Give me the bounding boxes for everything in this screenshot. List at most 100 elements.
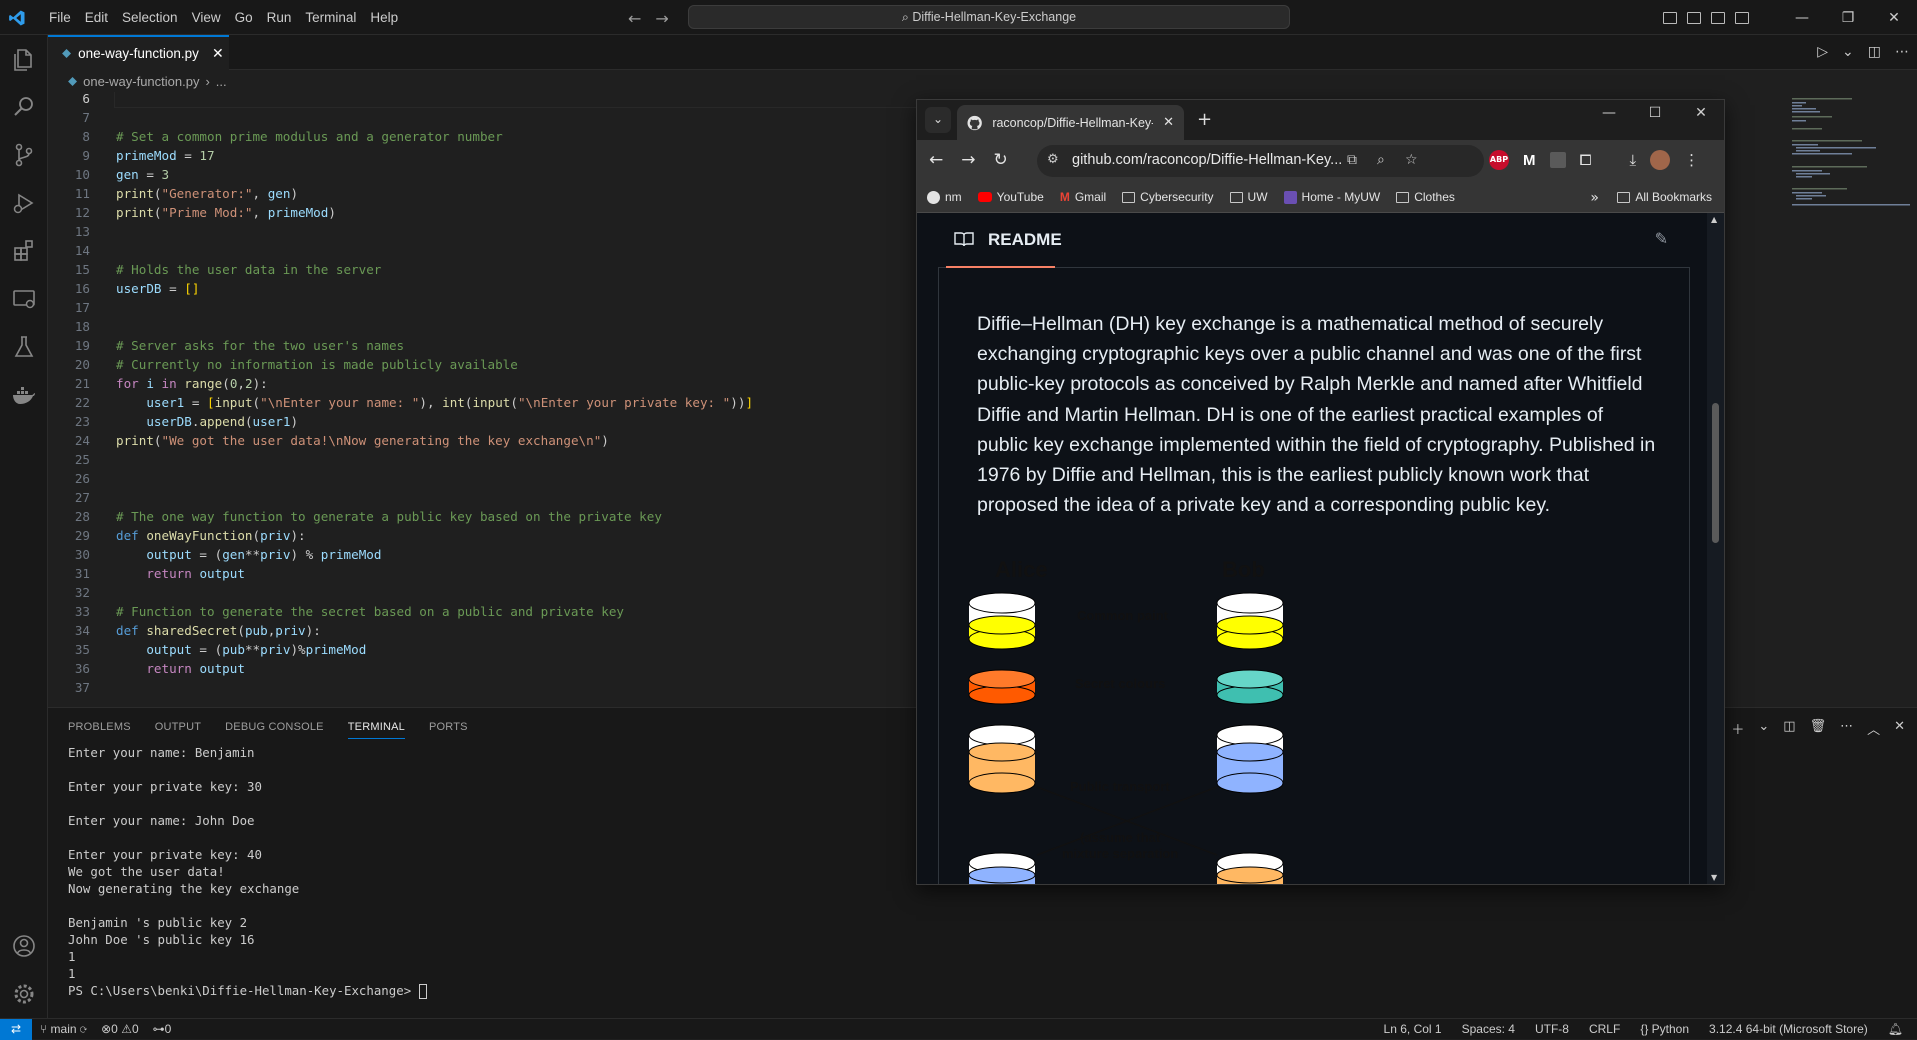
terminal-dropdown-chevron-icon[interactable]: ⌄ bbox=[1758, 719, 1769, 738]
remote-explorer-icon[interactable] bbox=[10, 285, 38, 313]
maximize-panel-icon[interactable]: ︿ bbox=[1867, 719, 1880, 738]
terminal-prompt[interactable]: PS C:\Users\benki\Diffie-Hellman-Key-Exc… bbox=[68, 982, 427, 999]
more-actions-icon[interactable]: ⋯ bbox=[1895, 44, 1909, 60]
install-app-icon[interactable]: ⧉ bbox=[1347, 152, 1357, 168]
ports-status[interactable]: ⊶0 bbox=[153, 1022, 172, 1036]
code-editor[interactable]: 6 7 8 # Set a common prime modulus and a ge… bbox=[48, 92, 917, 704]
site-info-icon[interactable]: ⚙ bbox=[1047, 152, 1059, 167]
accounts-icon[interactable] bbox=[10, 932, 38, 960]
address-bar[interactable]: ⚙ github.com/raconcop/Diffie-Hellman-Key… bbox=[1037, 145, 1484, 177]
new-terminal-icon[interactable]: ＋ bbox=[1731, 719, 1744, 738]
code-line[interactable]: 17 bbox=[48, 298, 917, 317]
testing-icon[interactable] bbox=[10, 333, 38, 361]
language-mode[interactable]: {} Python bbox=[1640, 1022, 1689, 1036]
scroll-up-icon[interactable]: ▲ bbox=[1711, 215, 1717, 224]
code-line[interactable]: 35 output = (pub**priv)%primeMod bbox=[48, 640, 917, 659]
reload-icon[interactable]: ↻ bbox=[994, 150, 1008, 170]
bookmark-star-icon[interactable]: ☆ bbox=[1405, 152, 1418, 168]
split-terminal-icon[interactable]: ◫ bbox=[1783, 719, 1795, 738]
code-line[interactable]: 31 return output bbox=[48, 564, 917, 583]
new-tab-icon[interactable]: + bbox=[1197, 109, 1212, 130]
customize-layout-icon[interactable] bbox=[1735, 11, 1749, 24]
code-line[interactable]: 15 # Holds the user data in the server bbox=[48, 260, 917, 279]
code-line[interactable]: 6 bbox=[48, 92, 917, 108]
close-panel-icon[interactable]: ✕ bbox=[1894, 719, 1905, 738]
end-of-line[interactable]: CRLF bbox=[1589, 1022, 1620, 1036]
adblock-plus-icon[interactable]: ABP bbox=[1489, 150, 1509, 170]
split-editor-icon[interactable]: ◫ bbox=[1868, 44, 1881, 60]
bookmark-uw[interactable]: UW bbox=[1229, 190, 1268, 204]
menu-view[interactable]: View bbox=[185, 10, 228, 25]
tab-one-way-function[interactable]: ⬥ one-way-function.py ✕ bbox=[48, 35, 229, 70]
docker-icon[interactable] bbox=[10, 381, 38, 409]
more-bookmarks-chevron-icon[interactable]: » bbox=[1590, 190, 1599, 206]
breadcrumb-file[interactable]: one-way-function.py bbox=[83, 74, 199, 89]
more-actions-icon[interactable]: ⋯ bbox=[1840, 719, 1853, 738]
maximize-icon[interactable]: ☐ bbox=[1632, 105, 1678, 121]
code-line[interactable]: 8 # Set a common prime modulus and a gene… bbox=[48, 127, 917, 146]
menu-file[interactable]: File bbox=[42, 10, 78, 25]
toggle-sidebar-icon[interactable] bbox=[1663, 11, 1677, 24]
bookmark-youtube[interactable]: YouTube bbox=[977, 190, 1044, 204]
code-line[interactable]: 10 gen = 3 bbox=[48, 165, 917, 184]
terminal-output[interactable]: Enter your name: Benjamin Enter your pri… bbox=[68, 744, 427, 999]
bookmark-gmail[interactable]: M Gmail bbox=[1060, 190, 1106, 204]
url-text[interactable]: github.com/raconcop/Diffie-Hellman-Key..… bbox=[1072, 152, 1344, 168]
browser-tab-github[interactable]: raconcop/Diffie-Hellman-Key-E ✕ bbox=[957, 105, 1184, 140]
code-line[interactable]: 21 for i in range(0,2): bbox=[48, 374, 917, 393]
close-window-icon[interactable]: ✕ bbox=[1871, 10, 1917, 26]
cursor-position[interactable]: Ln 6, Col 1 bbox=[1384, 1022, 1442, 1036]
code-line[interactable]: 36 return output bbox=[48, 659, 917, 678]
code-line[interactable]: 20 # Currently no information is made pub… bbox=[48, 355, 917, 374]
search-icon[interactable] bbox=[10, 93, 38, 121]
tab-problems[interactable]: PROBLEMS bbox=[68, 721, 131, 733]
browser-menu-icon[interactable]: ⋮ bbox=[1684, 151, 1699, 169]
code-line[interactable]: 32 bbox=[48, 583, 917, 602]
minimize-icon[interactable]: — bbox=[1779, 10, 1825, 26]
toggle-secondary-sidebar-icon[interactable] bbox=[1711, 11, 1725, 24]
scroll-down-icon[interactable]: ▼ bbox=[1711, 873, 1717, 882]
bookmark-cybersecurity[interactable]: Cybersecurity bbox=[1122, 190, 1214, 204]
kill-terminal-trash-icon[interactable]: 🗑 bbox=[1810, 719, 1827, 738]
source-control-icon[interactable] bbox=[10, 141, 38, 169]
encoding[interactable]: UTF-8 bbox=[1535, 1022, 1569, 1036]
code-line[interactable]: 19 # Server asks for the two user's names bbox=[48, 336, 917, 355]
scrollbar-thumb[interactable] bbox=[1712, 403, 1719, 543]
back-arrow-icon[interactable]: ← bbox=[929, 150, 943, 170]
close-tab-icon[interactable]: ✕ bbox=[1163, 115, 1174, 130]
browser-scrollbar[interactable]: ▲ ▼ bbox=[1707, 213, 1724, 884]
python-interpreter[interactable]: 3.12.4 64-bit (Microsoft Store) bbox=[1709, 1022, 1868, 1036]
code-line[interactable]: 33 # Function to generate the secret base… bbox=[48, 602, 917, 621]
downloads-icon[interactable]: ⤓ bbox=[1630, 151, 1637, 169]
code-line[interactable]: 26 bbox=[48, 469, 917, 488]
menu-selection[interactable]: Selection bbox=[115, 10, 185, 25]
close-tab-icon[interactable]: ✕ bbox=[212, 46, 224, 62]
restore-icon[interactable]: ❐ bbox=[1825, 10, 1871, 26]
remote-indicator-icon[interactable]: ⇄ bbox=[0, 1019, 32, 1040]
problems-status[interactable]: ⊗0 ⚠0 bbox=[101, 1022, 139, 1036]
code-line[interactable]: 16 userDB = [] bbox=[48, 279, 917, 298]
run-options-chevron-icon[interactable]: ⌄ bbox=[1842, 44, 1854, 60]
run-python-file-icon[interactable]: ▷ bbox=[1817, 44, 1828, 60]
settings-gear-icon[interactable] bbox=[10, 980, 38, 1008]
code-line[interactable]: 11 print("Generator:", gen) bbox=[48, 184, 917, 203]
indentation[interactable]: Spaces: 4 bbox=[1462, 1022, 1515, 1036]
run-debug-icon[interactable] bbox=[10, 189, 38, 217]
code-line[interactable]: 34 def sharedSecret(pub,priv): bbox=[48, 621, 917, 640]
code-line[interactable]: 29 def oneWayFunction(priv): bbox=[48, 526, 917, 545]
forward-arrow-icon[interactable]: → bbox=[655, 9, 668, 28]
code-line[interactable]: 37 bbox=[48, 678, 917, 697]
extension-gray-icon[interactable] bbox=[1549, 152, 1566, 168]
code-line[interactable]: 25 bbox=[48, 450, 917, 469]
notifications-bell-icon[interactable]: 🔔︎ bbox=[1888, 1022, 1903, 1036]
code-line[interactable]: 30 output = (gen**priv) % primeMod bbox=[48, 545, 917, 564]
breadcrumb-rest[interactable]: ... bbox=[216, 74, 227, 89]
branch-status[interactable]: ⑂ main ⟳ bbox=[40, 1022, 87, 1036]
code-line[interactable]: 28 # The one way function to generate a p… bbox=[48, 507, 917, 526]
minimize-icon[interactable]: — bbox=[1586, 105, 1632, 121]
bookmark-clothes[interactable]: Clothes bbox=[1396, 190, 1455, 204]
toggle-panel-icon[interactable] bbox=[1687, 11, 1701, 24]
code-line[interactable]: 24 print("We got the user data!\nNow gene… bbox=[48, 431, 917, 450]
code-line[interactable]: 23 userDB.append(user1) bbox=[48, 412, 917, 431]
command-center[interactable]: ⌕ Diffie-Hellman-Key-Exchange bbox=[688, 5, 1290, 29]
